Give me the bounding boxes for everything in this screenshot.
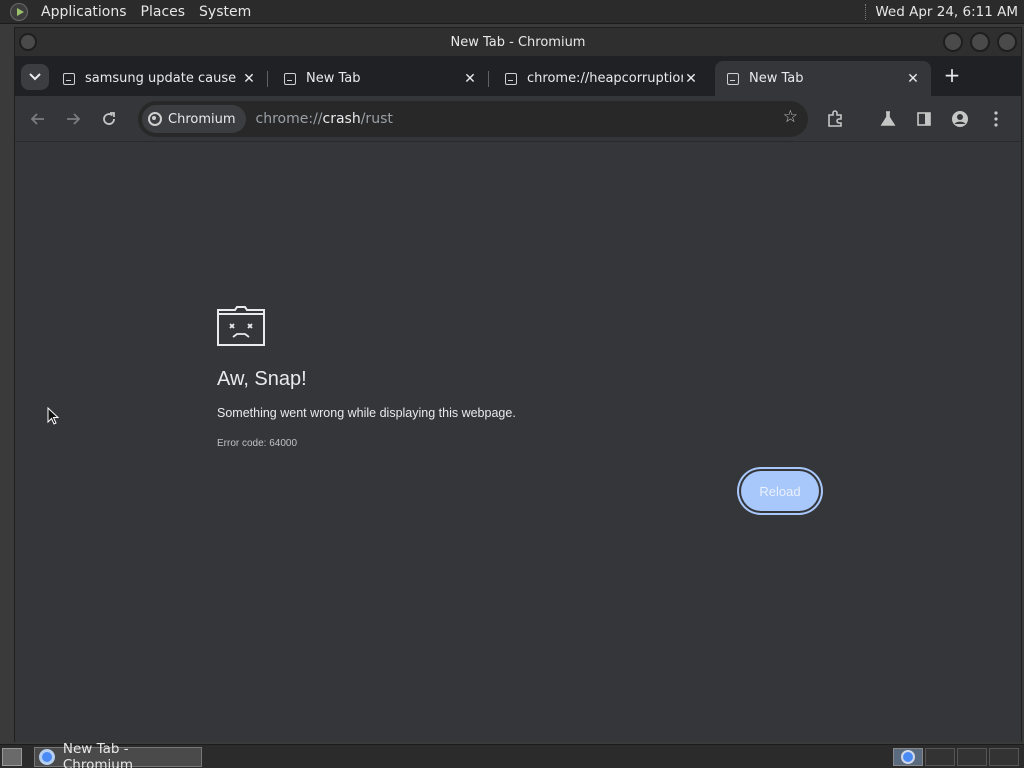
reload-icon (103, 112, 115, 125)
close-window-button[interactable] (997, 32, 1017, 52)
mouse-cursor-icon (47, 407, 59, 425)
toolbar: Chromium chrome://crash/rust ☆ (15, 96, 1021, 142)
workspace-3[interactable] (957, 748, 987, 766)
show-desktop-button[interactable] (2, 748, 22, 766)
tab-new-tab-active[interactable]: New Tab ✕ (715, 61, 931, 96)
sad-tab-icon (727, 72, 739, 85)
profile-avatar-icon (952, 111, 968, 127)
chevron-down-icon (29, 73, 41, 81)
puzzle-icon (828, 110, 842, 127)
error-headline: Aw, Snap! (217, 368, 307, 390)
url-path: /rust (360, 111, 393, 127)
site-info-chip[interactable]: Chromium (142, 105, 246, 133)
url-prefix: chrome:// (255, 111, 323, 127)
forward-button[interactable] (61, 107, 85, 131)
forward-arrow-icon (67, 113, 81, 125)
bookmark-star-icon[interactable]: ☆ (783, 107, 798, 127)
url-text[interactable]: chrome://crash/rust (256, 111, 393, 127)
workspace-4[interactable] (989, 748, 1019, 766)
tab-close-icon[interactable]: ✕ (905, 71, 921, 87)
workspace-switcher-active[interactable] (893, 748, 923, 766)
bottom-taskbar: New Tab - Chromium (0, 741, 1024, 768)
window-title: New Tab - Chromium (450, 34, 586, 50)
address-bar[interactable]: Chromium chrome://crash/rust ☆ (138, 101, 808, 137)
tab-samsung[interactable]: samsung update cause gr ✕ (51, 61, 268, 96)
chrome-labs-button[interactable] (876, 107, 900, 131)
profile-button[interactable] (948, 107, 972, 131)
sad-folder-icon (217, 306, 265, 346)
taskbar-window-label: New Tab - Chromium (62, 741, 133, 768)
tab-divider (488, 71, 489, 87)
chromium-icon (148, 112, 162, 126)
tab-title: chrome://heapcorruptionc (527, 71, 683, 86)
tab-title: samsung update cause gr (85, 71, 241, 86)
flask-icon (880, 111, 896, 126)
workspace-2[interactable] (925, 748, 955, 766)
window-titlebar[interactable]: New Tab - Chromium (15, 28, 1021, 56)
tab-title: New Tab (306, 71, 361, 86)
extensions-button[interactable] (823, 107, 847, 131)
side-panel-button[interactable] (912, 107, 936, 131)
tab-close-icon[interactable]: ✕ (683, 71, 699, 87)
chromium-icon (39, 749, 55, 765)
taskbar-window-button[interactable]: New Tab - Chromium (34, 741, 202, 768)
tab-divider (267, 71, 268, 87)
applications-menu[interactable]: Applications (34, 4, 134, 20)
reload-button[interactable]: Reload (741, 471, 819, 511)
side-panel-icon (917, 112, 931, 126)
tab-close-icon[interactable]: ✕ (241, 71, 257, 87)
sad-tab-icon (284, 72, 296, 85)
distro-logo-icon[interactable] (10, 2, 28, 21)
tab-search-button[interactable] (21, 64, 49, 90)
maximize-button[interactable] (970, 32, 990, 52)
clock[interactable]: Wed Apr 24, 6:11 AM (875, 4, 1024, 20)
back-arrow-icon (30, 113, 44, 125)
chromium-icon (901, 750, 915, 764)
url-host: crash (322, 111, 361, 127)
places-menu[interactable]: Places (134, 4, 193, 20)
top-panel: Applications Places System Wed Apr 24, 6… (0, 0, 1024, 24)
tab-new-tab-1[interactable]: New Tab ✕ (272, 61, 489, 96)
tab-close-icon[interactable]: ✕ (462, 71, 478, 87)
back-button[interactable] (26, 107, 50, 131)
error-message: Something went wrong while displaying th… (217, 406, 516, 420)
kebab-menu-icon (994, 111, 998, 127)
menu-button[interactable] (984, 107, 1008, 131)
new-tab-button[interactable]: + (941, 65, 963, 87)
reload-toolbar-button[interactable] (97, 107, 121, 131)
site-chip-label: Chromium (168, 111, 236, 127)
error-code: Error code: 64000 (217, 438, 298, 449)
system-menu[interactable]: System (192, 4, 258, 20)
tab-title: New Tab (749, 71, 804, 86)
sad-tab-icon (63, 72, 75, 85)
panel-separator (865, 3, 867, 20)
page-content: Aw, Snap! Something went wrong while dis… (15, 176, 1021, 742)
tab-strip: samsung update cause gr ✕ New Tab ✕ chro… (15, 56, 1021, 96)
window-menu-button[interactable] (19, 33, 37, 51)
sad-tab-icon (505, 72, 517, 85)
minimize-button[interactable] (943, 32, 963, 52)
browser-window: New Tab - Chromium samsung update cause … (14, 27, 1022, 742)
tab-heapcorruption[interactable]: chrome://heapcorruptionc ✕ (493, 61, 709, 96)
